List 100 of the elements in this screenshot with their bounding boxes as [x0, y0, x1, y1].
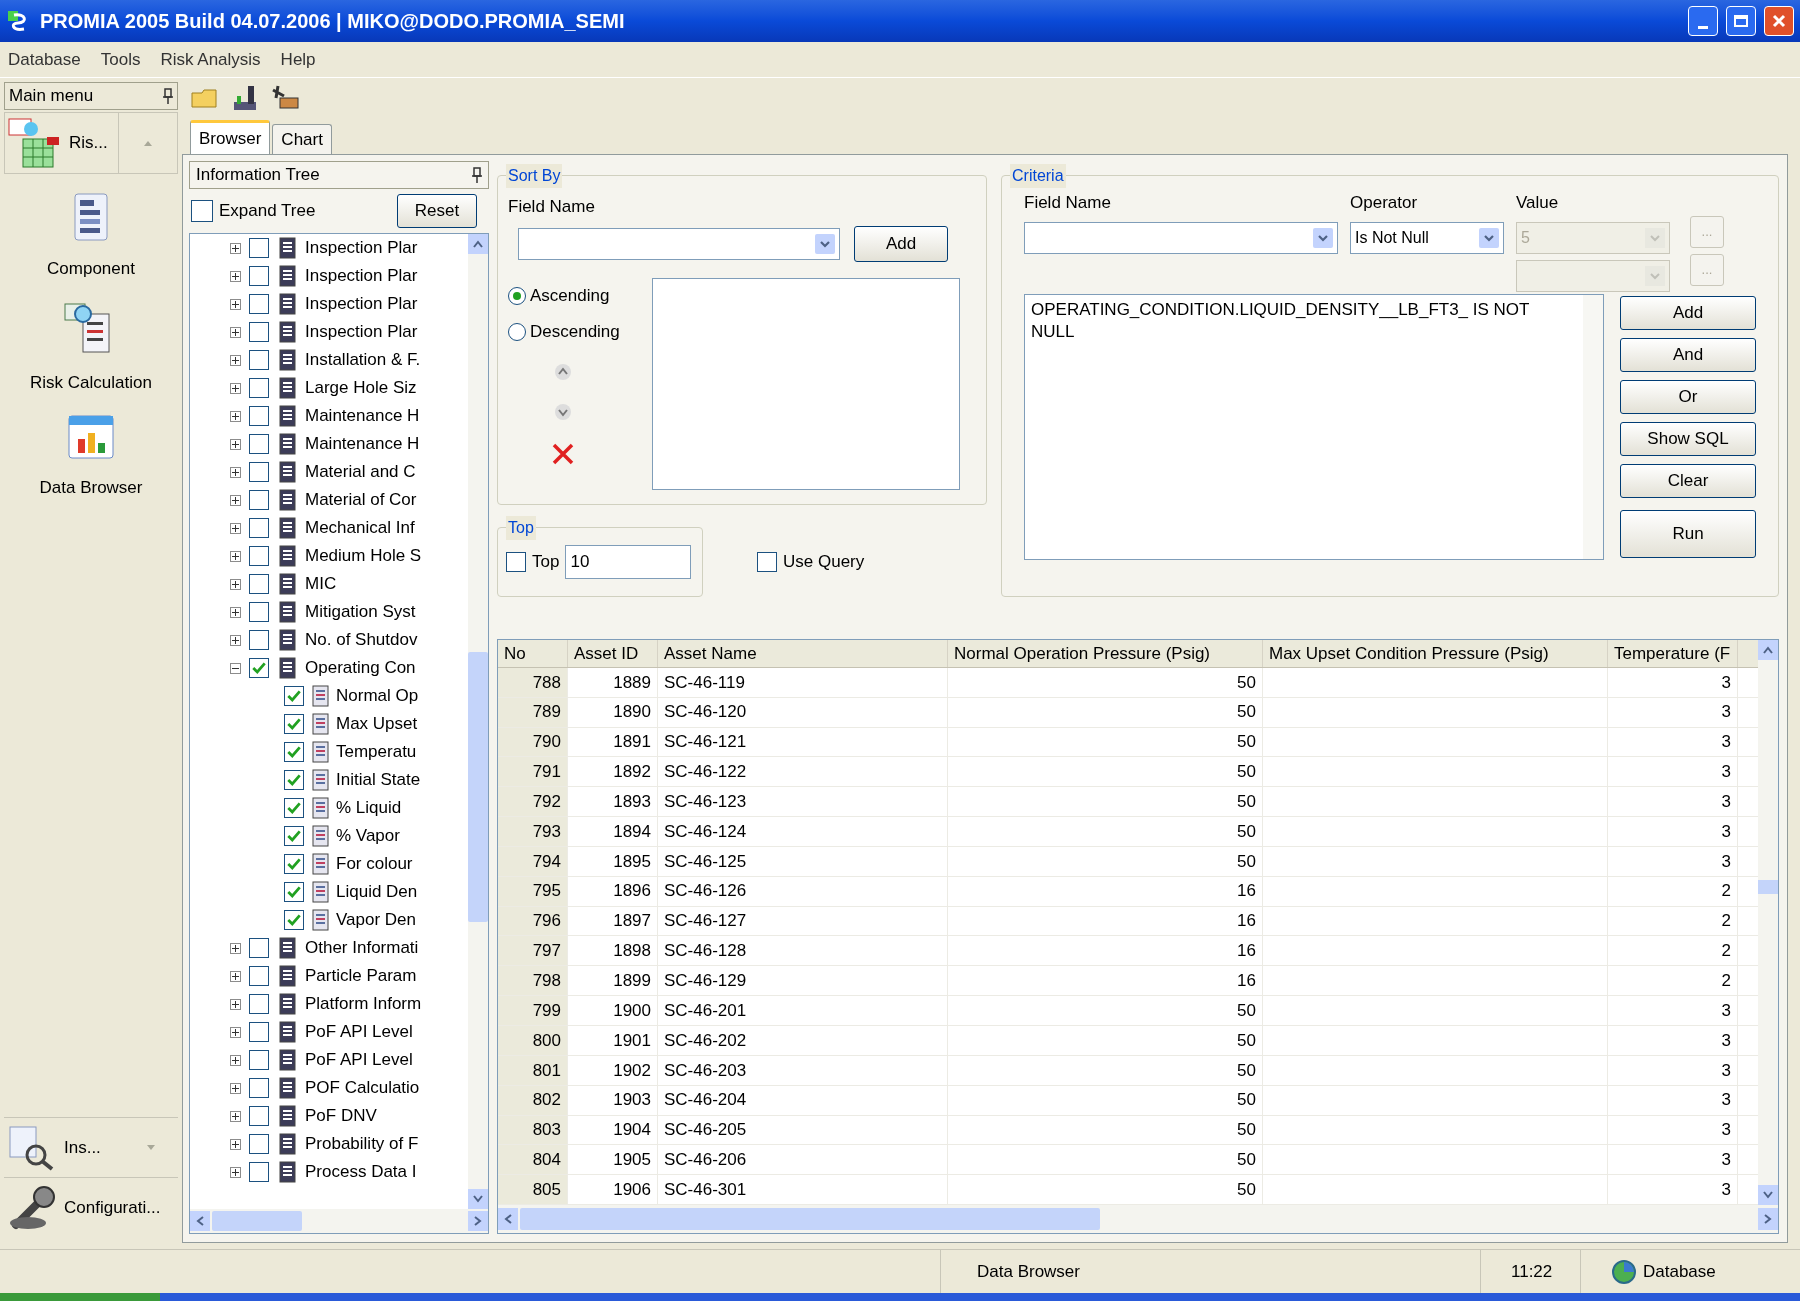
criteria-button[interactable]: And — [1620, 337, 1756, 372]
expand-icon[interactable] — [230, 634, 241, 646]
nav-label[interactable]: Risk Calculation — [30, 369, 152, 395]
column-header[interactable]: Max Upset Condition Pressure (Psig) — [1263, 640, 1608, 667]
scroll-up-icon[interactable] — [473, 240, 483, 248]
restore-button[interactable] — [1726, 6, 1756, 36]
scroll-right-icon[interactable] — [1764, 1214, 1772, 1224]
column-header[interactable]: No — [498, 640, 568, 667]
expand-icon[interactable] — [230, 270, 241, 282]
delete-icon[interactable] — [551, 441, 575, 466]
tree-item[interactable]: Material and C — [305, 459, 416, 485]
tree-item[interactable]: Inspection Plar — [305, 291, 418, 317]
tree-item[interactable]: Max Upset — [336, 711, 418, 737]
move-down-icon[interactable] — [553, 401, 573, 422]
checkbox[interactable] — [506, 552, 526, 572]
checkbox[interactable] — [249, 378, 269, 398]
checkbox[interactable] — [249, 294, 269, 314]
operator-dropdown[interactable]: Is Not Null — [1350, 221, 1504, 254]
pin-icon[interactable] — [163, 88, 173, 104]
collapse-icon[interactable] — [230, 662, 241, 674]
minimize-button[interactable] — [1688, 6, 1718, 36]
move-up-icon[interactable] — [553, 361, 573, 382]
expand-icon[interactable] — [230, 606, 241, 618]
tree-item[interactable]: Installation & F. — [305, 347, 421, 373]
checkbox[interactable] — [249, 966, 269, 986]
expand-icon[interactable] — [230, 970, 241, 982]
tree-item[interactable]: MIC — [305, 571, 337, 597]
expand-icon[interactable] — [230, 242, 241, 254]
tree-item[interactable]: % Vapor — [336, 823, 400, 849]
checkbox[interactable] — [249, 1022, 269, 1042]
start-button[interactable] — [0, 1293, 160, 1301]
scroll-down-icon[interactable] — [473, 1195, 483, 1203]
tree-item[interactable]: Platform Inform — [305, 991, 422, 1017]
tab[interactable]: Browser — [190, 120, 271, 154]
checkbox[interactable] — [249, 574, 269, 594]
scroll-thumb[interactable] — [468, 652, 488, 922]
column-header[interactable]: Asset Name — [658, 640, 948, 667]
checkbox[interactable] — [284, 714, 304, 734]
nav-label[interactable]: Component — [47, 256, 135, 282]
criteria-button[interactable]: Run — [1620, 509, 1756, 558]
expand-icon[interactable] — [230, 382, 241, 394]
horizontal-scrollbar[interactable] — [498, 1205, 1778, 1233]
expand-icon[interactable] — [230, 998, 241, 1010]
expand-icon[interactable] — [230, 326, 241, 338]
checkbox[interactable] — [249, 938, 269, 958]
tree-item[interactable]: Material of Cor — [305, 487, 417, 513]
expand-icon[interactable] — [230, 298, 241, 310]
expand-icon[interactable] — [230, 354, 241, 366]
tree-item[interactable]: POF Calculatio — [305, 1075, 420, 1101]
tree-item[interactable]: PoF API Level — [305, 1019, 413, 1045]
expand-icon[interactable] — [230, 410, 241, 422]
tree-item[interactable]: Mechanical Inf — [305, 515, 415, 541]
expand-icon[interactable] — [230, 466, 241, 478]
checkbox[interactable] — [284, 798, 304, 818]
checkbox[interactable] — [249, 1162, 269, 1182]
checkbox[interactable] — [249, 238, 269, 258]
checkbox[interactable] — [284, 882, 304, 902]
tree-item[interactable]: Inspection Plar — [305, 319, 418, 345]
tree-item[interactable]: Probability of F — [305, 1131, 419, 1157]
vertical-scrollbar[interactable] — [1758, 640, 1778, 1205]
scroll-thumb[interactable] — [520, 1208, 1100, 1230]
tree-item[interactable]: Vapor Den — [336, 907, 416, 933]
menu-item[interactable]: Help — [280, 46, 316, 73]
chart-icon[interactable] — [232, 84, 258, 112]
tree-item[interactable]: Maintenance H — [305, 431, 420, 457]
scroll-left-icon[interactable] — [504, 1214, 512, 1224]
expand-icon[interactable] — [230, 1026, 241, 1038]
criteria-button[interactable]: Show SQL — [1620, 421, 1756, 456]
expand-icon[interactable] — [230, 438, 241, 450]
radio-button[interactable] — [508, 322, 526, 341]
checkbox[interactable] — [249, 630, 269, 650]
tree-item[interactable]: Operating Con — [305, 655, 416, 681]
checkbox[interactable] — [757, 552, 777, 572]
tree-item[interactable]: Large Hole Siz — [305, 375, 417, 401]
checkbox[interactable] — [284, 910, 304, 930]
field-name-dropdown[interactable] — [518, 227, 840, 260]
tree-item[interactable]: PoF API Level — [305, 1047, 413, 1073]
tree-item[interactable]: Mitigation Syst — [305, 599, 416, 625]
tree-item[interactable]: Initial State — [336, 767, 421, 793]
checkbox[interactable] — [249, 1134, 269, 1154]
checkbox[interactable] — [249, 1050, 269, 1070]
checkbox[interactable] — [249, 1106, 269, 1126]
tree-item[interactable]: Inspection Plar — [305, 235, 418, 261]
criteria-button[interactable]: Or — [1620, 379, 1756, 414]
field-name-dropdown[interactable] — [1024, 221, 1338, 254]
tree-item[interactable]: Temperatu — [336, 739, 417, 765]
tree-item[interactable]: % Liquid — [336, 795, 402, 821]
tree-item[interactable]: Other Informati — [305, 935, 419, 961]
expand-icon[interactable] — [230, 1110, 241, 1122]
expand-icon[interactable] — [230, 578, 241, 590]
checkbox[interactable] — [249, 434, 269, 454]
column-header[interactable]: Normal Operation Pressure (Psig) — [948, 640, 1263, 667]
checkbox[interactable] — [249, 546, 269, 566]
expand-icon[interactable] — [230, 942, 241, 954]
horizontal-scrollbar[interactable] — [190, 1209, 488, 1233]
checkbox[interactable] — [249, 266, 269, 286]
tab[interactable]: Chart — [272, 124, 332, 154]
add-button[interactable]: Add — [854, 225, 948, 262]
checkbox[interactable] — [249, 322, 269, 342]
column-header[interactable]: Temperature (F — [1608, 640, 1738, 667]
